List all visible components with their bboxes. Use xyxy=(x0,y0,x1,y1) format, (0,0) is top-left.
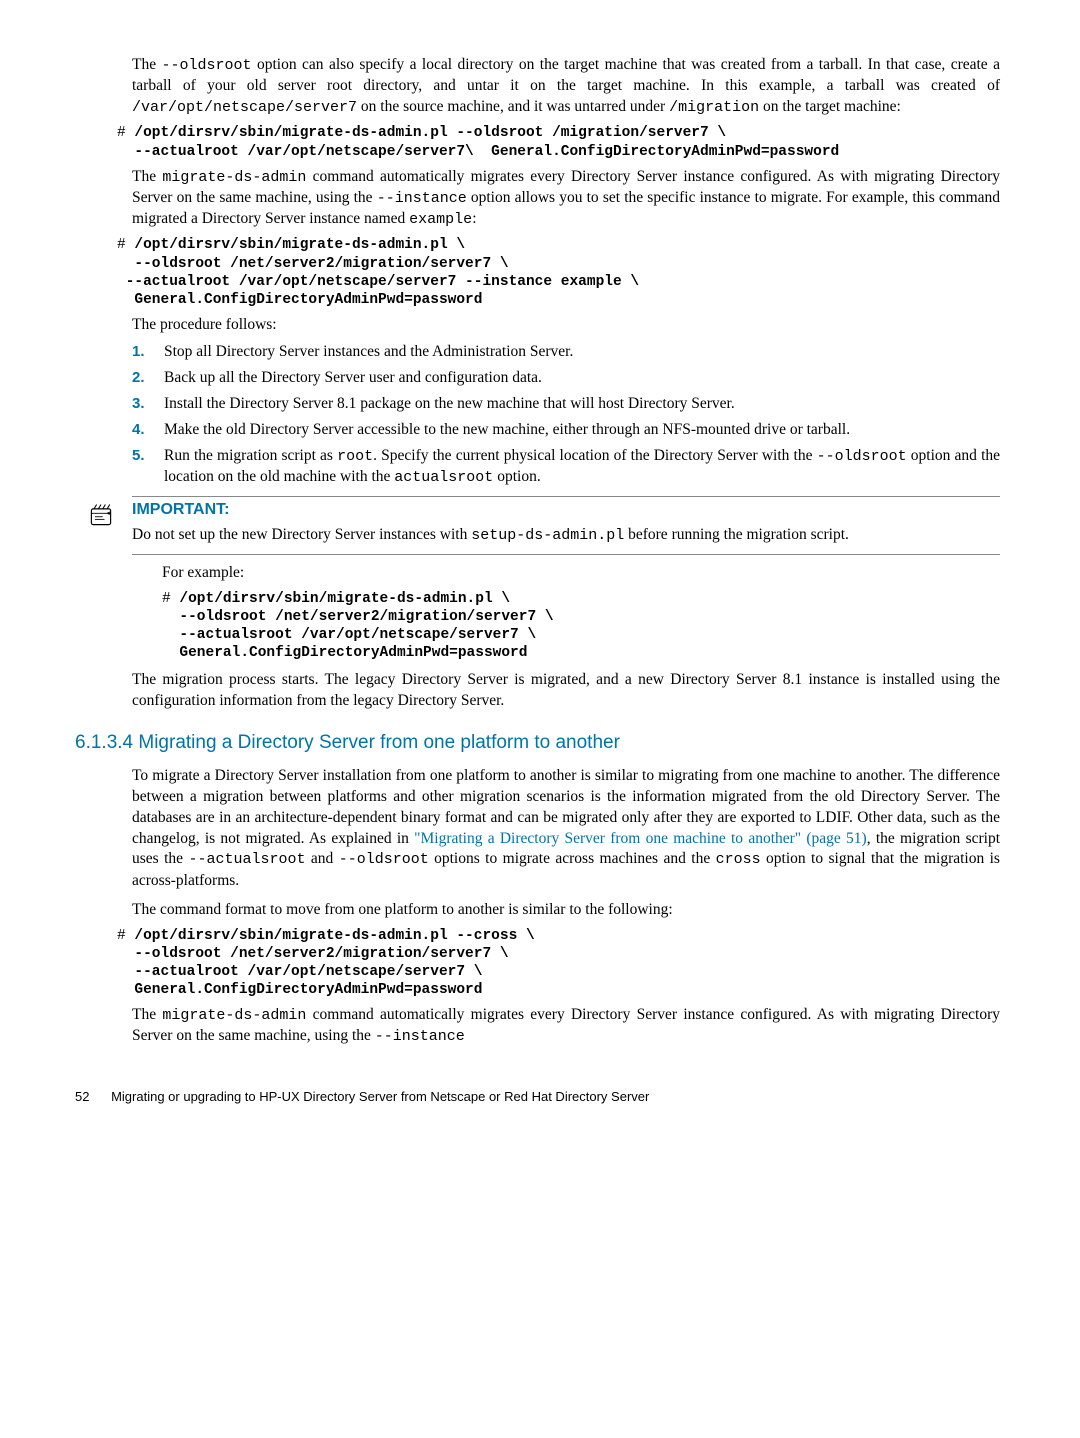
text: The xyxy=(132,1006,162,1023)
inline-code: actualsroot xyxy=(394,469,493,486)
step-text: Install the Directory Server 8.1 package… xyxy=(164,394,1000,415)
step-number: 4. xyxy=(132,420,164,441)
step-1: 1. Stop all Directory Server instances a… xyxy=(132,342,1000,363)
text: and xyxy=(305,850,338,867)
paragraph-command-format: The command format to move from one plat… xyxy=(132,900,1000,921)
inline-code: /migration xyxy=(669,99,759,116)
page-number: 52 xyxy=(75,1088,89,1106)
step-5: 5. Run the migration script as root. Spe… xyxy=(132,446,1000,489)
inline-code: --instance xyxy=(377,190,467,207)
text: Do not set up the new Directory Server i… xyxy=(132,526,471,543)
code-block-example: # /opt/dirsrv/sbin/migrate-ds-admin.pl \… xyxy=(162,590,1000,663)
step-number: 3. xyxy=(132,394,164,415)
step-4: 4. Make the old Directory Server accessi… xyxy=(132,420,1000,441)
code-block-instance: # /opt/dirsrv/sbin/migrate-ds-admin.pl \… xyxy=(117,236,1000,309)
paragraph-platform-intro: To migrate a Directory Server installati… xyxy=(132,766,1000,892)
code-block-cross: # /opt/dirsrv/sbin/migrate-ds-admin.pl -… xyxy=(117,927,1000,1000)
inline-code: --instance xyxy=(375,1028,465,1045)
prompt: # xyxy=(162,591,179,607)
code: /opt/dirsrv/sbin/migrate-ds-admin.pl --o… xyxy=(117,125,839,159)
step-number: 2. xyxy=(132,368,164,389)
text: option can also specify a local director… xyxy=(132,56,1000,94)
divider xyxy=(132,496,1000,497)
inline-code: cross xyxy=(716,851,761,868)
inline-code: --oldsroot xyxy=(162,57,252,74)
code: /opt/dirsrv/sbin/migrate-ds-admin.pl \ -… xyxy=(162,591,554,661)
inline-code: --oldsroot xyxy=(817,448,907,465)
procedure-steps: 1. Stop all Directory Server instances a… xyxy=(132,342,1000,488)
important-body: Do not set up the new Directory Server i… xyxy=(132,525,1000,546)
inline-code: --actualsroot xyxy=(188,851,305,868)
section-heading-platform: 6.1.3.4 Migrating a Directory Server fro… xyxy=(75,730,1000,756)
procedure-intro: The procedure follows: xyxy=(132,315,1000,336)
step-text: Back up all the Directory Server user an… xyxy=(164,368,1000,389)
step-text: Stop all Directory Server instances and … xyxy=(164,342,1000,363)
text: options to migrate across machines and t… xyxy=(429,850,716,867)
prompt: # xyxy=(117,928,134,944)
text: on the source machine, and it was untarr… xyxy=(357,98,669,115)
inline-code: root xyxy=(337,448,373,465)
footer-title: Migrating or upgrading to HP-UX Director… xyxy=(111,1089,649,1104)
cross-reference-link[interactable]: "Migrating a Directory Server from one m… xyxy=(414,830,867,847)
inline-code: migrate-ds-admin xyxy=(162,1007,306,1024)
prompt: # xyxy=(117,237,134,253)
step-number: 1. xyxy=(132,342,164,363)
prompt: # xyxy=(117,125,134,141)
step-2: 2. Back up all the Directory Server user… xyxy=(132,368,1000,389)
inline-code: setup-ds-admin.pl xyxy=(471,527,624,544)
step-number: 5. xyxy=(132,446,164,489)
inline-code: migrate-ds-admin xyxy=(162,169,306,186)
step-text: Run the migration script as root. Specif… xyxy=(164,446,1000,489)
text: on the target machine: xyxy=(759,98,901,115)
important-icon xyxy=(87,501,115,529)
text: Run the migration script as xyxy=(164,447,337,464)
for-example-label: For example: xyxy=(162,563,1000,584)
step-text: Make the old Directory Server accessible… xyxy=(164,420,1000,441)
code: /opt/dirsrv/sbin/migrate-ds-admin.pl --c… xyxy=(117,928,535,998)
paragraph-oldsroot-intro: The --oldsroot option can also specify a… xyxy=(132,55,1000,118)
inline-code: example xyxy=(409,211,472,228)
inline-code: --oldsroot xyxy=(339,851,429,868)
paragraph-migrate-outro: The migrate-ds-admin command automatical… xyxy=(132,1005,1000,1048)
code: /opt/dirsrv/sbin/migrate-ds-admin.pl \ -… xyxy=(117,237,639,307)
text: . Specify the current physical location … xyxy=(373,447,817,464)
text: option. xyxy=(493,468,540,485)
page-footer: 52 Migrating or upgrading to HP-UX Direc… xyxy=(75,1088,1000,1106)
code-block-oldsroot: # /opt/dirsrv/sbin/migrate-ds-admin.pl -… xyxy=(117,124,1000,160)
inline-code: /var/opt/netscape/server7 xyxy=(132,99,357,116)
paragraph-migrate-intro: The migrate-ds-admin command automatical… xyxy=(132,167,1000,231)
text: before running the migration script. xyxy=(624,526,849,543)
important-heading: IMPORTANT: xyxy=(132,499,1000,521)
step-3: 3. Install the Directory Server 8.1 pack… xyxy=(132,394,1000,415)
important-callout: IMPORTANT: Do not set up the new Directo… xyxy=(87,496,1000,555)
text: The xyxy=(132,168,162,185)
divider xyxy=(132,554,1000,555)
text: The xyxy=(132,56,162,73)
text: : xyxy=(472,210,476,227)
paragraph-migration-summary: The migration process starts. The legacy… xyxy=(132,670,1000,712)
